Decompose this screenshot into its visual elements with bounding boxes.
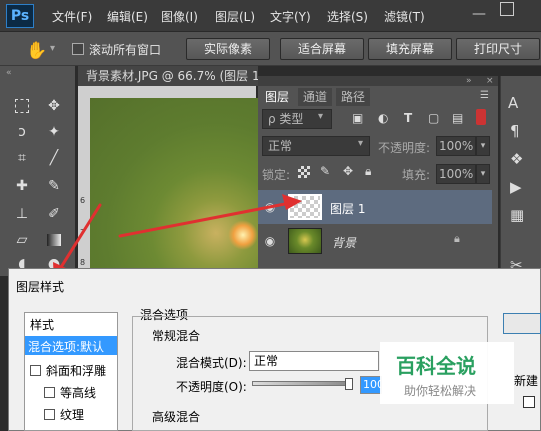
style-item-blending[interactable]: 混合选项:默认 <box>28 338 118 355</box>
arrow-line <box>56 203 102 274</box>
watermark-title: 百科全说 <box>396 354 476 378</box>
dialog-title: 图层样式 <box>16 280 65 294</box>
contour-checkbox[interactable] <box>44 387 55 398</box>
advanced-blending-title: 高级混合 <box>150 408 203 425</box>
blend-mode-label: 混合模式(D): <box>176 356 247 370</box>
style-item-bevel[interactable]: 斜面和浮雕 <box>46 362 136 379</box>
styles-header: 样式 <box>30 318 55 332</box>
arrow-line <box>118 201 292 238</box>
opacity-slider-thumb[interactable] <box>345 378 353 390</box>
texture-checkbox[interactable] <box>44 409 55 420</box>
arrow-head <box>282 194 302 210</box>
dialog-opacity-input[interactable]: 100 <box>360 376 382 394</box>
general-blending-title: 常规混合 <box>150 327 203 344</box>
bevel-checkbox[interactable] <box>30 365 41 376</box>
watermark-subtitle: 助你轻松解决 <box>404 384 477 398</box>
ok-button[interactable] <box>503 313 541 334</box>
opacity-slider-track[interactable] <box>252 381 352 386</box>
dialog-opacity-label: 不透明度(O): <box>176 380 247 394</box>
new-style-button[interactable]: 新建 <box>514 372 538 389</box>
dialog-blend-mode-select[interactable]: 正常 <box>249 351 379 371</box>
preview-checkbox[interactable] <box>523 396 535 408</box>
